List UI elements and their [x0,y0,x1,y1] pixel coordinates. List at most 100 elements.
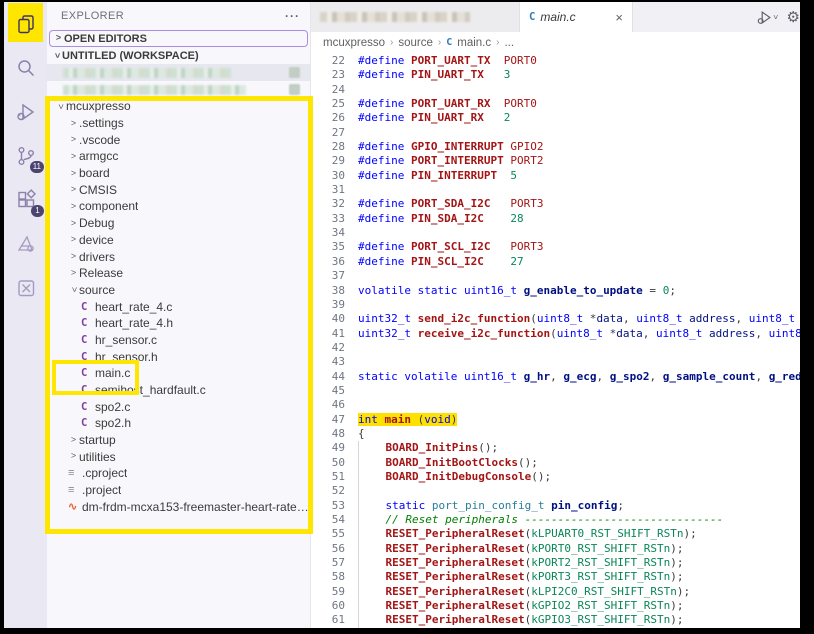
tree-item-dm-frdm-mcxa153-freemaster-heart-rate-linkser...[interactable]: ∿dm-frdm-mcxa153-freemaster-heart-rate L… [47,499,310,516]
tree-item-hr-sensor.c[interactable]: Chr_sensor.c [47,332,310,349]
config-file-icon: ≡ [68,467,82,479]
tree-item-.cproject[interactable]: ≡.cproject [47,465,310,482]
close-icon[interactable]: × [615,10,623,25]
breadcrumb-item-project[interactable]: mcuxpresso [323,37,385,49]
tree-item-label: heart_rate_4.c [95,300,172,314]
code-line-44: 44static volatile uint16_t g_hr, g_ecg, … [311,370,800,384]
tab-redacted[interactable] [311,2,520,32]
tree-item-debug[interactable]: >Debug [47,215,310,232]
tree-item-heart-rate-4.h[interactable]: Cheart_rate_4.h [47,315,310,332]
redacted-workspace-folder-1[interactable] [47,64,310,81]
activity-nxp-extension-button[interactable] [4,266,47,310]
code-line-48: 48{ [311,427,800,441]
code-text [345,398,358,412]
tree-item-hr-sensor.h[interactable]: Chr_sensor.h [47,348,310,365]
tree-item-device[interactable]: >device [47,232,310,249]
code-text [345,83,358,97]
tree-item-startup[interactable]: >startup [47,432,310,449]
line-number: 45 [311,384,345,398]
line-number: 47 [311,413,345,427]
activity-source-control-button[interactable]: 11 [4,134,47,178]
tree-item-mcuxpresso[interactable]: >mcuxpresso [47,98,310,115]
tree-item-label: .vscode [79,133,120,147]
code-editor[interactable]: 22#define PORT_UART_TX PORT023#define PI… [311,53,800,628]
activity-extensions-button[interactable]: 1 [4,178,47,222]
line-number: 42 [311,341,345,355]
code-text: uint32_t receive_i2c_function(uint8_t *d… [345,327,800,341]
line-number: 58 [311,570,345,584]
tree-item-.settings[interactable]: >.settings [47,115,310,132]
tree-item-armgcc[interactable]: >armgcc [47,148,310,165]
line-number: 31 [311,183,345,197]
line-number: 48 [311,427,345,441]
line-number: 40 [311,312,345,326]
activity-run-debug-button[interactable] [4,90,47,134]
code-line-22: 22#define PORT_UART_TX PORT0 [311,54,800,68]
code-line-24: 24 [311,83,800,97]
tab-main-c[interactable]: C main.c × [520,2,633,32]
chevron-down-icon[interactable]: > [771,15,780,20]
tree-item-release[interactable]: >Release [47,265,310,282]
redacted-workspace-folder-2[interactable] [47,81,310,98]
code-line-46: 46 [311,398,800,412]
tree-item-board[interactable]: >board [47,165,310,182]
line-number: 44 [311,370,345,384]
tree-item-component[interactable]: >component [47,198,310,215]
tree-item-spo2.h[interactable]: Cspo2.h [47,415,310,432]
chevron-down-icon: > [52,51,62,61]
c-file-icon: C [81,384,95,396]
line-number: 55 [311,527,345,541]
workspace-section[interactable]: > UNTITLED (WORKSPACE) [47,47,310,64]
code-text: RESET_PeripheralReset(kPORT3_RST_SHIFT_R… [345,570,684,584]
tree-item-semihost-hardfault.c[interactable]: Csemihost_hardfault.c [47,382,310,399]
tree-item-source[interactable]: >source [47,282,310,299]
code-text: RESET_PeripheralReset(kGPIO2_RST_SHIFT_R… [345,599,684,613]
open-editors-section[interactable]: > OPEN EDITORS [49,30,308,47]
tree-item-spo2.c[interactable]: Cspo2.c [47,398,310,415]
tree-item-label: armgcc [79,149,118,163]
tree-item-heart-rate-4.c[interactable]: Cheart_rate_4.c [47,298,310,315]
line-number: 41 [311,327,345,341]
line-number: 39 [311,298,345,312]
activity-explorer-button[interactable] [4,2,47,46]
tree-item-main.c[interactable]: Cmain.c [47,365,310,382]
tree-item-utilities[interactable]: >utilities [47,448,310,465]
source-control-badge: 11 [30,161,44,173]
activity-search-button[interactable] [4,46,47,90]
tree-item-label: .settings [79,116,124,130]
breadcrumb-item-folder[interactable]: source [398,37,433,49]
tree-item-.vscode[interactable]: >.vscode [47,131,310,148]
code-text: { [345,427,365,441]
c-file-icon: C [529,11,535,23]
chevron-right-icon: > [69,452,79,462]
breadcrumb-item-file[interactable]: main.c [457,37,491,49]
code-line-45: 45 [311,384,800,398]
tree-item-drivers[interactable]: >drivers [47,248,310,265]
tree-item-cmsis[interactable]: >CMSIS [47,181,310,198]
chevron-right-icon: > [54,34,64,44]
breadcrumb-item-symbol[interactable]: ... [504,37,514,49]
line-number: 49 [311,441,345,455]
code-text: #define PORT_UART_RX PORT0 [345,97,537,111]
tree-item-.project[interactable]: ≡.project [47,482,310,499]
gear-icon[interactable]: ⚙ [787,10,800,25]
line-number: 26 [311,111,345,125]
tree-item-label: dm-frdm-mcxa153-freemaster-heart-rate Li… [82,500,310,514]
code-text: RESET_PeripheralReset(kLPI2C0_RST_SHIFT_… [345,585,690,599]
code-text: #define GPIO_INTERRUPT GPIO2 [345,140,543,154]
redacted-badge [289,67,300,78]
code-line-31: 31 [311,183,800,197]
code-line-26: 26#define PIN_UART_RX 2 [311,111,800,125]
code-text: #define PIN_SDA_I2C 28 [345,212,524,226]
line-number: 53 [311,499,345,513]
code-line-41: 41uint32_t receive_i2c_function(uint8_t … [311,327,800,341]
line-number: 59 [311,585,345,599]
code-text [345,226,358,240]
annotation-highlight-int-main: int main (void) [358,413,457,426]
sidebar-more-actions-icon[interactable]: ··· [285,9,300,23]
tree-item-label: drivers [79,250,115,264]
activity-mcuxpresso-tools-button[interactable] [4,222,47,266]
code-text: #define PIN_UART_RX 2 [345,111,510,125]
tree-item-label: hr_sensor.c [95,333,157,347]
code-text: #define PIN_UART_TX 3 [345,68,510,82]
